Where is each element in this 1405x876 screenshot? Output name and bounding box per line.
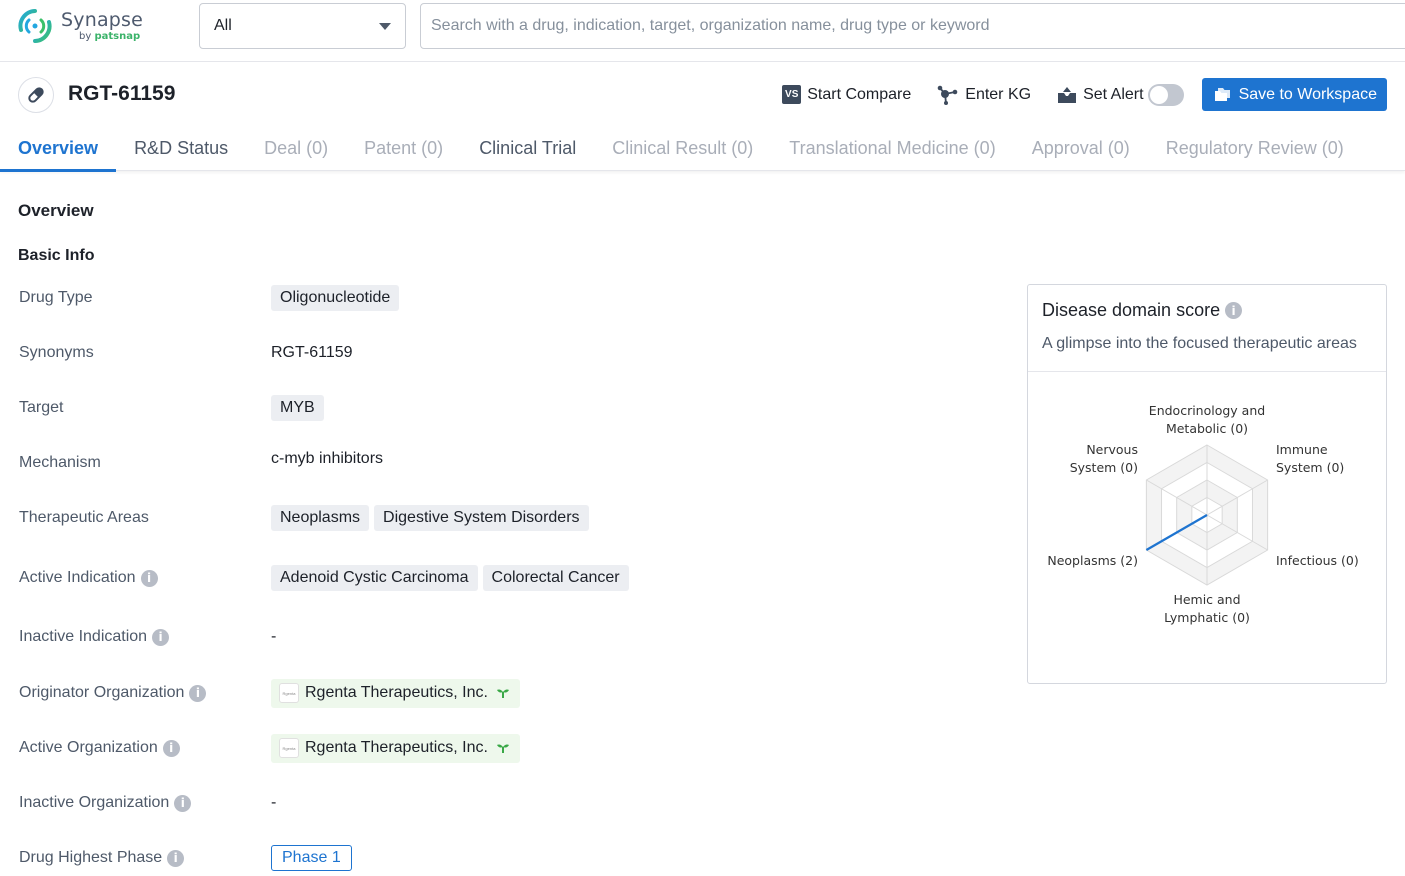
start-compare-button[interactable]: VS Start Compare bbox=[782, 85, 911, 104]
target-tag[interactable]: MYB bbox=[271, 395, 324, 421]
tab-approval[interactable]: Approval (0) bbox=[1014, 126, 1148, 171]
phase-badge[interactable]: Phase 1 bbox=[271, 845, 352, 871]
tab-patent[interactable]: Patent (0) bbox=[346, 126, 461, 171]
field-target: Target MYB bbox=[19, 393, 999, 423]
tab-clinical-trial[interactable]: Clinical Trial bbox=[461, 126, 594, 171]
info-icon[interactable]: i bbox=[162, 739, 180, 757]
field-label: Drug Type bbox=[19, 289, 93, 306]
field-label: Inactive Organization bbox=[19, 794, 170, 811]
mechanism-value: c-myb inhibitors bbox=[271, 450, 384, 467]
pill-icon bbox=[18, 77, 54, 113]
inactive-organization-value: - bbox=[271, 794, 277, 811]
field-label: Target bbox=[19, 399, 64, 416]
compare-icon: VS bbox=[782, 85, 802, 104]
field-label: Inactive Indication bbox=[19, 628, 148, 645]
field-mechanism: Mechanism c-myb inhibitors bbox=[19, 444, 999, 474]
logo-name: Synapse bbox=[61, 8, 144, 31]
synonyms-value: RGT-61159 bbox=[271, 344, 353, 361]
field-therapeutic-areas: Therapeutic Areas Neoplasms Digestive Sy… bbox=[19, 503, 999, 533]
logo-brand: patsnap bbox=[94, 30, 141, 42]
logo-by: by bbox=[79, 30, 92, 42]
disease-domain-panel: Disease domain score i A glimpse into the… bbox=[1027, 284, 1387, 684]
field-label: Therapeutic Areas bbox=[19, 509, 149, 526]
organization-tag[interactable]: Rgenta Rgenta Therapeutics, Inc. bbox=[271, 733, 520, 763]
radar-axis-label: Nervous System (0) bbox=[1070, 442, 1138, 475]
save-to-workspace-button[interactable]: Save to Workspace bbox=[1201, 78, 1387, 111]
inactive-indication-value: - bbox=[271, 628, 277, 645]
overview-heading: Overview bbox=[18, 201, 94, 220]
field-active-organization: Active Organization i Rgenta Rgenta Thera… bbox=[19, 733, 999, 763]
drug-type-tag[interactable]: Oligonucleotide bbox=[271, 285, 400, 311]
start-compare-label: Start Compare bbox=[807, 85, 912, 103]
field-label: Active Indication bbox=[19, 569, 136, 586]
info-icon[interactable]: i bbox=[189, 684, 207, 702]
field-originator-organization: Originator Organization i Rgenta Rgenta T… bbox=[19, 678, 999, 708]
field-label: Mechanism bbox=[19, 454, 101, 471]
set-alert-label: Set Alert bbox=[1083, 85, 1144, 103]
radar-axis-label: Hemic and Lymphatic (0) bbox=[1164, 592, 1250, 625]
folder-icon bbox=[1214, 87, 1231, 102]
indication-tag[interactable]: Colorectal Cancer bbox=[482, 565, 629, 591]
search-input[interactable] bbox=[420, 3, 1405, 49]
tab-rd-status[interactable]: R&D Status bbox=[116, 126, 246, 171]
radar-axis-label: Neoplasms (2) bbox=[1047, 553, 1138, 568]
disease-domain-title: Disease domain score bbox=[1042, 300, 1221, 320]
synapse-logo[interactable]: Synapse by patsnap bbox=[17, 8, 143, 44]
organization-logo: Rgenta bbox=[279, 683, 299, 703]
field-drug-type: Drug Type Oligonucleotide bbox=[19, 283, 999, 313]
header-actions: VS Start Compare Enter KG Set Alert Save… bbox=[782, 78, 1387, 111]
set-alert-control[interactable]: Set Alert bbox=[1057, 83, 1184, 106]
save-to-workspace-label: Save to Workspace bbox=[1238, 85, 1377, 103]
tab-translational-medicine[interactable]: Translational Medicine (0) bbox=[771, 126, 1013, 171]
organization-name: Rgenta Therapeutics, Inc. bbox=[305, 739, 488, 756]
alert-icon bbox=[1057, 86, 1077, 104]
search-scope-value: All bbox=[214, 17, 232, 34]
info-icon[interactable]: i bbox=[174, 794, 192, 812]
tab-deal[interactable]: Deal (0) bbox=[246, 126, 346, 171]
enter-kg-button[interactable]: Enter KG bbox=[937, 85, 1031, 105]
field-drug-highest-phase: Drug Highest Phase i Phase 1 bbox=[19, 843, 999, 873]
field-inactive-organization: Inactive Organization i - bbox=[19, 788, 999, 818]
field-label: Drug Highest Phase bbox=[19, 849, 163, 866]
info-icon[interactable]: i bbox=[1225, 302, 1243, 319]
top-bar: Synapse by patsnap All bbox=[0, 0, 1405, 62]
organization-logo: Rgenta bbox=[279, 738, 299, 758]
tab-regulatory-review[interactable]: Regulatory Review (0) bbox=[1148, 126, 1362, 171]
field-label: Synonyms bbox=[19, 344, 94, 361]
sprout-icon bbox=[496, 742, 510, 754]
info-icon[interactable]: i bbox=[167, 849, 185, 867]
indication-tag[interactable]: Adenoid Cystic Carcinoma bbox=[271, 565, 478, 591]
field-synonyms: Synonyms RGT-61159 bbox=[19, 338, 999, 368]
organization-name: Rgenta Therapeutics, Inc. bbox=[305, 684, 488, 701]
radar-axis-label: Endocrinology and Metabolic (0) bbox=[1149, 403, 1265, 436]
search-scope-select[interactable]: All bbox=[199, 3, 406, 49]
field-inactive-indication: Inactive Indication i - bbox=[19, 622, 999, 652]
knowledge-graph-icon bbox=[937, 85, 959, 105]
therapeutic-area-tag[interactable]: Neoplasms bbox=[271, 505, 370, 531]
enter-kg-label: Enter KG bbox=[965, 85, 1032, 103]
basic-info-heading: Basic Info bbox=[18, 247, 95, 264]
set-alert-toggle[interactable] bbox=[1147, 83, 1184, 106]
disease-domain-subtitle: A glimpse into the focused therapeutic a… bbox=[1042, 335, 1357, 352]
tab-clinical-result[interactable]: Clinical Result (0) bbox=[594, 126, 771, 171]
field-label: Originator Organization bbox=[19, 684, 185, 701]
info-icon[interactable]: i bbox=[140, 569, 158, 587]
drug-title: RGT-61159 bbox=[68, 82, 176, 105]
tab-bar: Overview R&D Status Deal (0) Patent (0) … bbox=[0, 126, 1405, 172]
caret-down-icon bbox=[379, 22, 391, 30]
sprout-icon bbox=[496, 687, 510, 699]
field-active-indication: Active Indication i Adenoid Cystic Carcin… bbox=[19, 563, 999, 593]
organization-tag[interactable]: Rgenta Rgenta Therapeutics, Inc. bbox=[271, 678, 520, 708]
disease-domain-radar-chart: Endocrinology and Metabolic (0) Immune Syst… bbox=[1047, 403, 1359, 625]
synapse-logo-icon bbox=[18, 9, 52, 43]
radar-axis-label: Immune System (0) bbox=[1276, 442, 1344, 475]
info-icon[interactable]: i bbox=[152, 628, 170, 646]
therapeutic-area-tag[interactable]: Digestive System Disorders bbox=[374, 505, 589, 531]
field-label: Active Organization bbox=[19, 739, 158, 756]
tab-overview[interactable]: Overview bbox=[0, 126, 117, 172]
radar-axis-label: Infectious (0) bbox=[1276, 553, 1359, 568]
